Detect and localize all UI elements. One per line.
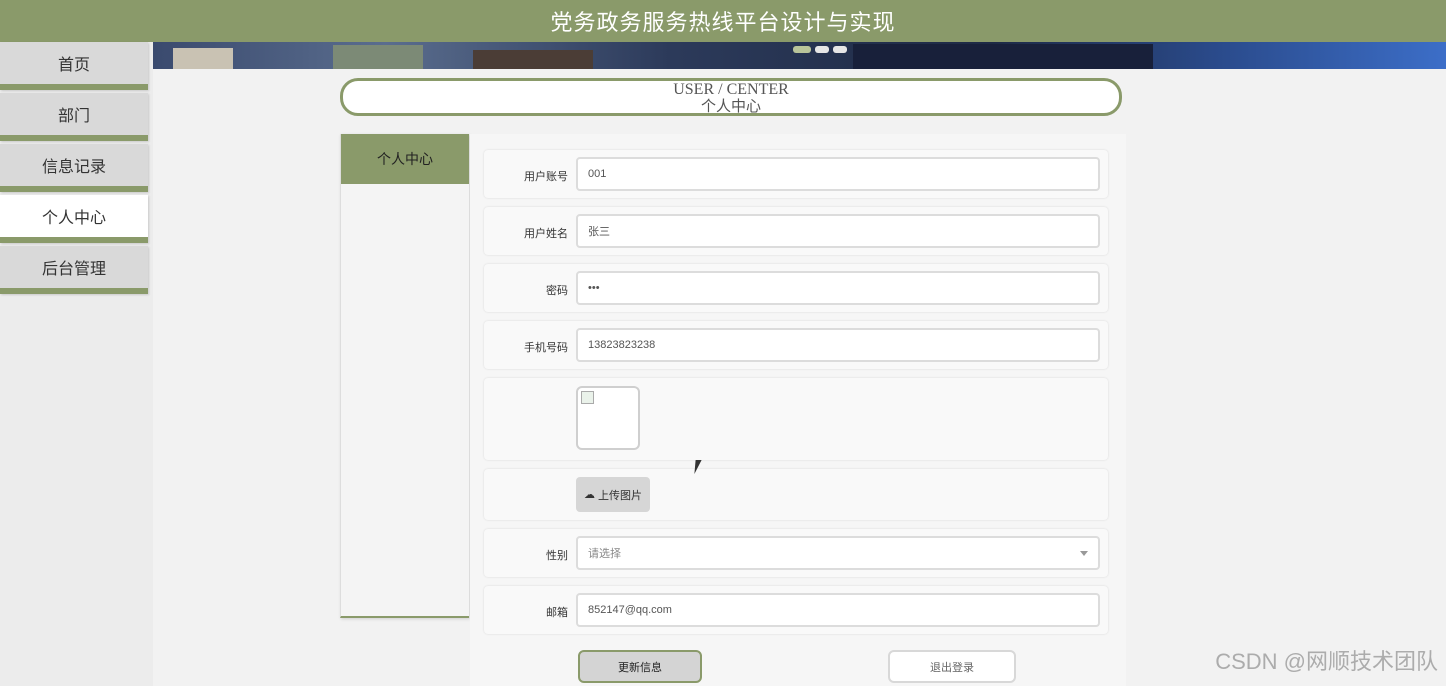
banner-image-block xyxy=(853,44,1153,69)
carousel-dot[interactable] xyxy=(833,46,847,53)
banner-carousel xyxy=(153,42,1446,69)
chevron-down-icon xyxy=(1080,551,1088,556)
banner-image-block xyxy=(173,48,233,69)
password-label: 密码 xyxy=(546,285,568,297)
app-title: 党务政务服务热线平台设计与实现 xyxy=(550,10,896,35)
section-heading-en: USER / CENTER xyxy=(673,81,789,98)
form-row-name: 用户姓名 xyxy=(484,207,1108,255)
banner-image-block xyxy=(473,50,593,69)
sidebar-item-home[interactable]: 首页 xyxy=(0,42,148,90)
upload-button-label: 上传图片 xyxy=(598,489,642,502)
phone-input[interactable] xyxy=(576,328,1100,362)
broken-image-icon xyxy=(581,391,594,404)
account-label: 用户账号 xyxy=(524,171,568,183)
gender-select-placeholder: 请选择 xyxy=(588,548,621,560)
cloud-upload-icon: ☁ xyxy=(584,489,595,501)
sidebar-item-department[interactable]: 部门 xyxy=(0,93,148,141)
email-input[interactable] xyxy=(576,593,1100,627)
upload-image-button[interactable]: ☁ 上传图片 xyxy=(576,477,650,512)
logout-button[interactable]: 退出登录 xyxy=(888,650,1016,683)
carousel-dot[interactable] xyxy=(815,46,829,53)
carousel-indicators xyxy=(793,46,847,53)
profile-form: 用户账号 用户姓名 密码 手机号码 ☁ 上传图片 性别 请选择 邮箱 更新信息 … xyxy=(470,134,1126,686)
email-label: 邮箱 xyxy=(546,607,568,619)
mouse-pointer-icon xyxy=(694,460,702,474)
sidebar-item-personal-center[interactable]: 个人中心 xyxy=(0,195,148,243)
form-row-upload: ☁ 上传图片 xyxy=(484,469,1108,520)
sidebar-item-admin[interactable]: 后台管理 xyxy=(0,246,148,294)
form-row-avatar xyxy=(484,378,1108,460)
update-info-button[interactable]: 更新信息 xyxy=(578,650,702,683)
sidebar-nav: 首页 部门 信息记录 个人中心 后台管理 xyxy=(0,42,153,686)
gender-select[interactable]: 请选择 xyxy=(576,536,1100,570)
gender-label: 性别 xyxy=(546,550,568,562)
password-input[interactable] xyxy=(576,271,1100,305)
user-center-menu: 个人中心 xyxy=(340,134,469,618)
form-row-gender: 性别 请选择 xyxy=(484,529,1108,577)
form-row-password: 密码 xyxy=(484,264,1108,312)
tab-personal-center[interactable]: 个人中心 xyxy=(341,134,469,184)
form-row-account: 用户账号 xyxy=(484,150,1108,198)
top-header: 党务政务服务热线平台设计与实现 xyxy=(0,0,1446,42)
name-input[interactable] xyxy=(576,214,1100,248)
watermark: CSDN @网顺技术团队 xyxy=(1215,649,1438,674)
sidebar-item-info-records[interactable]: 信息记录 xyxy=(0,144,148,192)
banner-image-block xyxy=(333,45,423,69)
account-input[interactable] xyxy=(576,157,1100,191)
carousel-dot[interactable] xyxy=(793,46,811,53)
avatar-image xyxy=(576,386,640,450)
section-heading-cn: 个人中心 xyxy=(700,99,761,115)
form-row-phone: 手机号码 xyxy=(484,321,1108,369)
phone-label: 手机号码 xyxy=(524,342,568,354)
form-row-email: 邮箱 xyxy=(484,586,1108,634)
name-label: 用户姓名 xyxy=(524,228,568,240)
section-heading: USER / CENTER 个人中心 xyxy=(340,78,1122,116)
